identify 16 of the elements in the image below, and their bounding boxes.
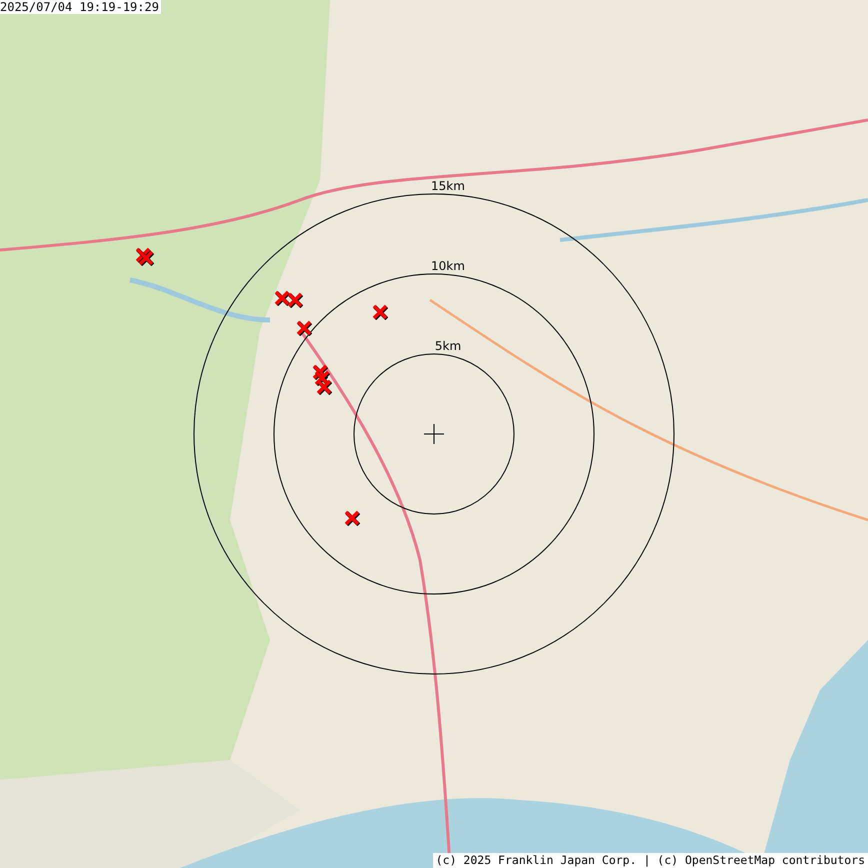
crosshair-icon [424, 424, 444, 444]
cross-marker-icon [287, 292, 303, 308]
cross-marker-icon [372, 304, 388, 320]
cross-marker-icon [296, 320, 312, 336]
range-ring-label: 5km [434, 340, 462, 353]
cross-marker-icon [135, 247, 151, 263]
cross-marker-icon [138, 250, 154, 266]
timestamp: 2025/07/04 19:19-19:29 [0, 0, 161, 14]
range-ring-label: 15km [431, 180, 465, 193]
cross-marker-icon [344, 510, 360, 526]
cross-marker-icon [314, 370, 330, 386]
attribution: (c) 2025 Franklin Japan Corp. | (c) OpenStreetMap contributors [432, 853, 868, 868]
cross-marker-icon [312, 364, 328, 380]
cross-marker-icon [316, 379, 332, 395]
cross-marker-icon [274, 290, 290, 306]
range-ring-label: 10km [431, 260, 465, 273]
